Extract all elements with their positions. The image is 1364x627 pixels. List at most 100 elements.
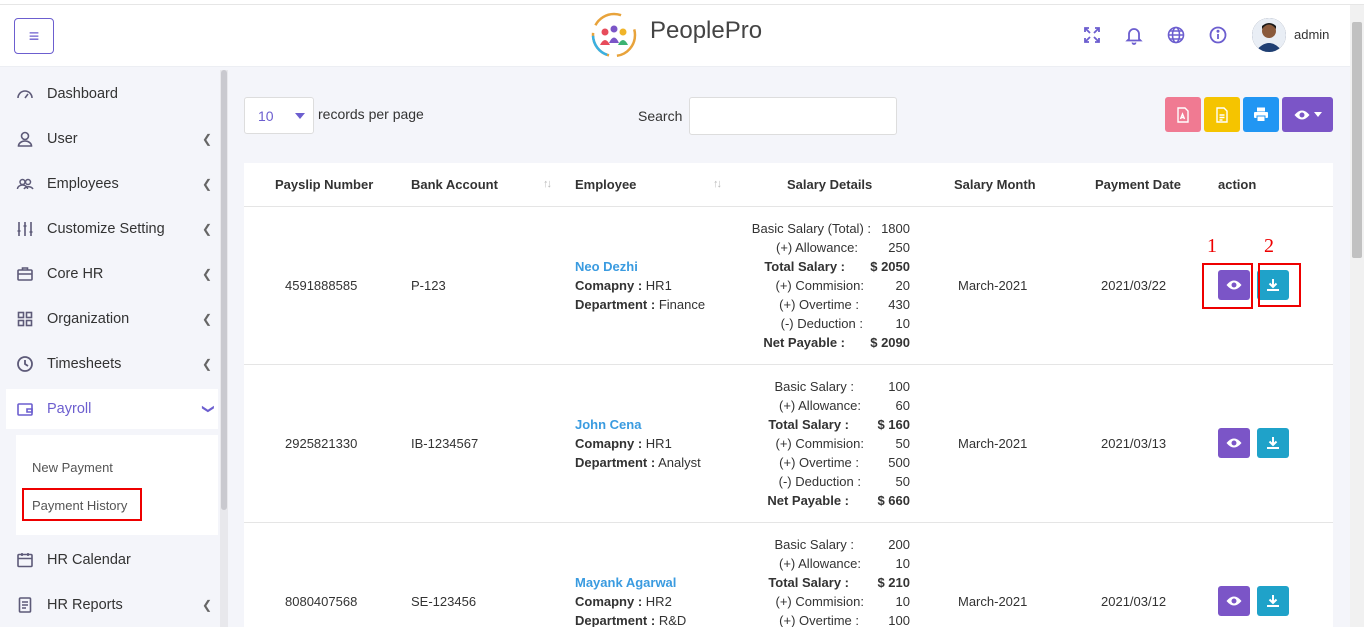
sidebar-item-hr-reports[interactable]: HR Reports ❮ <box>0 585 218 625</box>
employee-company: Comapny : HR2 <box>575 594 672 609</box>
sidebar-item-label: User <box>47 131 78 147</box>
salary-value: 50 <box>895 474 910 489</box>
page-scrollbar-thumb[interactable] <box>1352 22 1362 258</box>
salary-value: $ 160 <box>877 417 910 432</box>
column-header-employee[interactable]: Employee <box>575 177 636 192</box>
page-length-select[interactable]: 10 <box>244 97 314 134</box>
employee-name-link[interactable]: Neo Dezhi <box>575 259 638 274</box>
department-value: R&D <box>658 613 687 627</box>
sidebar-item-label: HR Reports <box>47 597 123 613</box>
salary-value: 50 <box>895 436 910 451</box>
salary-value: 200 <box>888 537 910 552</box>
sort-icon[interactable]: ↑↓ <box>543 178 552 190</box>
salary-label: Basic Salary : <box>774 379 854 394</box>
avatar[interactable] <box>1252 18 1286 52</box>
company-value: HR2 <box>645 594 672 609</box>
clock-icon <box>16 355 34 373</box>
sidebar-item-payroll[interactable]: Payroll ❮ <box>6 389 218 429</box>
salary-value: 10 <box>895 594 910 609</box>
bell-icon[interactable] <box>1124 25 1144 45</box>
column-header-salary-month[interactable]: Salary Month <box>954 177 1036 192</box>
eye-icon <box>1226 596 1242 606</box>
department-value: Analyst <box>658 455 701 470</box>
export-pdf-button[interactable] <box>1165 97 1201 132</box>
caret-down-icon <box>295 113 305 119</box>
column-visibility-button[interactable] <box>1282 97 1333 132</box>
download-payslip-button[interactable] <box>1257 428 1289 458</box>
sidebar-item-label: Core HR <box>47 266 104 282</box>
globe-icon[interactable] <box>1166 25 1186 45</box>
sidebar-scrollbar-thumb[interactable] <box>221 70 227 510</box>
salary-label: (+) Overtime : <box>779 455 859 470</box>
sidebar-item-timesheets[interactable]: Timesheets ❮ <box>0 344 218 384</box>
department-label: Department : <box>575 455 656 470</box>
sidebar-item-label: Employees <box>47 176 119 192</box>
sidebar-item-dashboard[interactable]: Dashboard <box>0 74 218 114</box>
chevron-left-icon: ❮ <box>202 267 213 281</box>
brand[interactable]: PeoplePro <box>591 12 762 58</box>
info-icon[interactable] <box>1208 25 1228 45</box>
download-icon <box>1267 595 1279 607</box>
print-button[interactable] <box>1243 97 1279 132</box>
sidebar-item-employees[interactable]: Employees ❮ <box>0 164 218 204</box>
sort-icon[interactable]: ↑↓ <box>713 178 722 190</box>
sidebar-item-organization[interactable]: Organization ❮ <box>0 299 218 339</box>
salary-label: Net Payable : <box>763 335 845 350</box>
print-icon <box>1254 107 1268 122</box>
department-label: Department : <box>575 297 656 312</box>
payslip-number: 4591888585 <box>285 278 358 293</box>
employees-icon <box>16 175 34 193</box>
view-payslip-button[interactable] <box>1218 586 1250 616</box>
sidebar-item-customize-setting[interactable]: Customize Setting ❮ <box>0 209 218 249</box>
export-csv-button[interactable] <box>1204 97 1240 132</box>
salary-month: March-2021 <box>958 594 1028 609</box>
menu-toggle-button[interactable]: ≡ <box>14 18 54 54</box>
salary-label: Total Salary : <box>768 575 849 590</box>
sidebar-item-core-hr[interactable]: Core HR ❮ <box>0 254 218 294</box>
eye-icon <box>1294 110 1309 119</box>
bank-account: P-123 <box>411 278 446 293</box>
employee-name-link[interactable]: John Cena <box>575 417 641 432</box>
page-length-value: 10 <box>258 108 274 124</box>
employee-department: Department : Finance <box>575 297 705 312</box>
file-text-icon <box>1216 106 1228 123</box>
department-value: Finance <box>658 297 706 312</box>
file-pdf-icon <box>1177 106 1189 123</box>
sidebar-item-user[interactable]: User ❮ <box>0 119 218 159</box>
salary-value: 100 <box>888 613 910 627</box>
column-header-salary-details[interactable]: Salary Details <box>787 177 872 192</box>
salary-value: 430 <box>888 297 910 312</box>
table-divider <box>244 522 1333 523</box>
briefcase-icon <box>16 265 34 283</box>
sidebar-item-hr-calendar[interactable]: HR Calendar <box>0 540 218 580</box>
eye-icon <box>1226 438 1242 448</box>
employee-company: Comapny : HR1 <box>575 436 672 451</box>
wallet-icon <box>16 400 34 418</box>
user-icon <box>16 130 34 148</box>
salary-label: Total Salary : <box>768 417 849 432</box>
employee-department: Department : Analyst <box>575 455 701 470</box>
download-payslip-button[interactable] <box>1257 586 1289 616</box>
payslip-number: 2925821330 <box>285 436 358 451</box>
chevron-left-icon: ❮ <box>202 177 213 191</box>
app-name: PeoplePro <box>650 17 763 44</box>
user-name[interactable]: admin <box>1294 27 1329 42</box>
salary-value: $ 2090 <box>870 335 910 350</box>
annotation-label: 1 <box>1207 235 1217 257</box>
salary-label: (+) Overtime : <box>779 297 859 312</box>
column-header-payslip-number[interactable]: Payslip Number <box>275 177 373 192</box>
annotation-highlight-payment-history <box>22 488 142 521</box>
fullscreen-icon[interactable] <box>1082 25 1102 45</box>
view-payslip-button[interactable] <box>1218 428 1250 458</box>
salary-month: March-2021 <box>958 278 1028 293</box>
peoplepro-logo-icon <box>591 12 637 58</box>
column-header-bank-account[interactable]: Bank Account <box>411 177 498 192</box>
salary-label: (+) Allowance: <box>775 240 858 255</box>
column-header-payment-date[interactable]: Payment Date <box>1095 177 1181 192</box>
employee-name-link[interactable]: Mayank Agarwal <box>575 575 676 590</box>
department-label: Department : <box>575 613 656 627</box>
company-value: HR1 <box>645 436 672 451</box>
chevron-left-icon: ❮ <box>202 357 213 371</box>
submenu-item-new-payment[interactable]: New Payment <box>32 460 113 475</box>
search-input[interactable] <box>689 97 897 135</box>
